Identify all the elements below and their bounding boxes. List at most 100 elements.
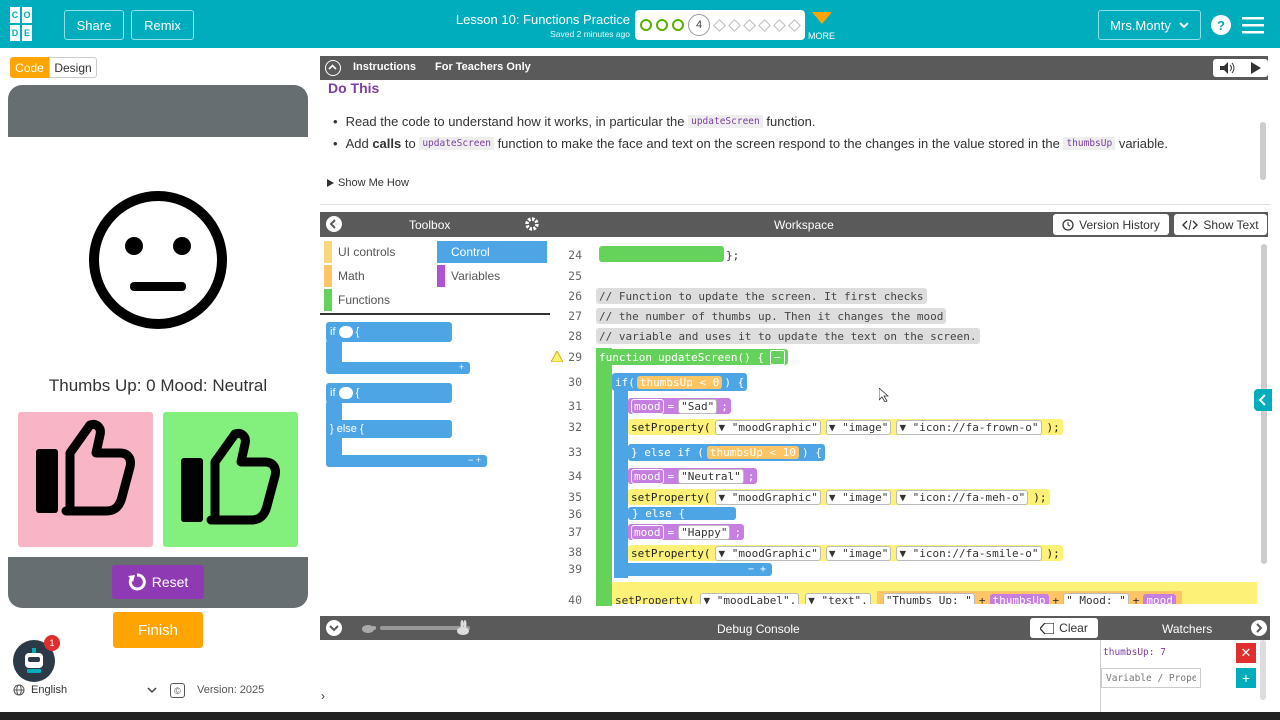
level-diamond[interactable]	[713, 18, 726, 32]
toolbox-divider	[320, 313, 550, 315]
chevron-left-icon	[1258, 394, 1266, 406]
user-menu[interactable]: Mrs.Monty	[1098, 10, 1201, 40]
category-variables[interactable]: Variables	[437, 265, 547, 287]
level-diamond[interactable]	[788, 18, 801, 32]
set-property-block[interactable]: setProperty(▼ "moodLabel", ▼ "text", "Thu…	[612, 582, 1257, 604]
category-functions[interactable]: Functions	[324, 289, 434, 311]
level-bubble[interactable]	[656, 19, 668, 31]
function-block-spine	[596, 348, 612, 606]
thumbs-down-icon	[36, 420, 135, 516]
reset-button[interactable]: Reset	[112, 565, 204, 599]
lesson-title: Lesson 10: Functions Practice	[455, 12, 630, 27]
line-number: 26	[568, 289, 582, 303]
level-diamond[interactable]	[773, 18, 786, 32]
warning-icon[interactable]	[550, 349, 564, 363]
clear-button[interactable]: Clear	[1030, 618, 1098, 638]
user-name: Mrs.Monty	[1110, 17, 1171, 33]
more-label[interactable]: MORE	[808, 31, 835, 41]
globe-icon	[13, 684, 25, 696]
else-if-block[interactable]: } else if (thumbsUp < 10) {	[628, 444, 825, 461]
assignment-block[interactable]: mood = "Happy";	[628, 524, 745, 540]
logo-letter: D	[10, 25, 20, 41]
assignment-block[interactable]: mood = "Sad";	[628, 398, 731, 414]
debug-output[interactable]	[320, 640, 1100, 712]
finish-button[interactable]: Finish	[113, 612, 203, 648]
collapse-instructions-icon[interactable]	[325, 60, 341, 76]
line-number: 40	[568, 593, 582, 607]
text-to-speech-control[interactable]	[1213, 59, 1268, 77]
chevron-down-icon	[1179, 21, 1189, 28]
version-history-button[interactable]: Version History	[1053, 214, 1169, 235]
level-diamond[interactable]	[758, 18, 771, 32]
expand-panel-button[interactable]	[1254, 389, 1272, 411]
thumbs-up-button[interactable]	[163, 412, 298, 547]
code-block[interactable]	[599, 246, 724, 262]
tab-instructions[interactable]: Instructions	[353, 61, 416, 73]
level-diamond[interactable]	[743, 18, 756, 32]
show-text-button[interactable]: Show Text	[1174, 214, 1267, 235]
watchers-scrollbar[interactable]	[1260, 640, 1266, 700]
design-mode-tab[interactable]: Design	[49, 57, 97, 78]
line-number: 34	[568, 469, 582, 483]
collapse-watchers-icon[interactable]	[1251, 620, 1267, 636]
level-diamond[interactable]	[728, 18, 741, 32]
show-me-how-label: Show Me How	[338, 177, 409, 189]
remove-watcher-icon[interactable]: ✕	[1236, 643, 1256, 663]
set-property-block[interactable]: setProperty(▼ "moodGraphic" ▼ "image" ▼ "i…	[628, 489, 1050, 505]
neutral-face-icon	[88, 190, 228, 330]
comment-block[interactable]: // variable and uses it to update the te…	[596, 328, 980, 344]
toolbox-title: Toolbox	[409, 218, 451, 232]
help-icon[interactable]: ?	[1211, 15, 1231, 35]
assignment-block[interactable]: mood = "Neutral";	[628, 468, 758, 484]
clock-icon	[1062, 218, 1074, 231]
remix-button[interactable]: Remix	[131, 10, 194, 40]
set-property-block[interactable]: setProperty(▼ "moodGraphic" ▼ "image" ▼ "i…	[628, 545, 1063, 561]
add-watcher-icon[interactable]: +	[1236, 668, 1256, 688]
collapse-toolbox-icon[interactable]	[326, 216, 342, 232]
thumbs-down-button[interactable]	[18, 412, 153, 547]
code-org-logo[interactable]: C O D E	[10, 7, 44, 41]
more-chevron-icon[interactable]	[812, 12, 832, 26]
tab-teachers-only[interactable]: For Teachers Only	[435, 61, 531, 73]
set-property-block[interactable]: setProperty(▼ "moodGraphic" ▼ "image" ▼ "i…	[628, 419, 1063, 435]
watchers-title: Watchers	[1162, 622, 1213, 636]
resize-handle[interactable]	[320, 204, 1270, 212]
copyright-icon[interactable]: ©	[170, 683, 185, 698]
if-block-spine	[614, 390, 628, 578]
if-statement-block[interactable]: if(thumbsUp < 0) {	[612, 373, 748, 391]
category-control[interactable]: Control	[437, 241, 547, 263]
line-number: 25	[568, 269, 582, 283]
instructions-scrollbar[interactable]	[1260, 122, 1266, 180]
code-mode-tab[interactable]: Code	[10, 57, 49, 78]
watch-expression-input[interactable]	[1101, 668, 1201, 688]
else-block[interactable]: } else {	[628, 507, 736, 520]
instruction-item: • Add calls to updateScreen function to m…	[333, 136, 1168, 151]
saved-status: Saved 2 minutes ago	[550, 29, 630, 39]
hamburger-menu-icon[interactable]	[1242, 16, 1264, 34]
category-ui-controls[interactable]: UI controls	[324, 241, 434, 263]
level-bubble[interactable]	[640, 19, 652, 31]
workspace-title: Workspace	[774, 218, 834, 232]
collapse-debug-icon[interactable]	[326, 620, 342, 636]
clear-label: Clear	[1059, 621, 1088, 635]
language-select[interactable]: English	[13, 680, 157, 700]
collapse-button[interactable]: −	[769, 349, 785, 365]
share-button[interactable]: Share	[64, 10, 124, 40]
comment-block[interactable]: // Function to update the screen. It fir…	[596, 288, 927, 304]
play-icon	[1250, 62, 1261, 74]
level-bubble[interactable]	[672, 19, 684, 31]
speaker-icon	[1220, 62, 1235, 74]
if-block-footer[interactable]: − +	[614, 563, 772, 576]
current-level-bubble[interactable]: 4	[688, 14, 710, 36]
mouse-cursor-icon	[878, 387, 890, 403]
category-math[interactable]: Math	[324, 265, 434, 287]
comment-block[interactable]: // the number of thumbs up. Then it chan…	[596, 308, 947, 324]
code-line[interactable]: };	[726, 247, 739, 263]
gear-icon[interactable]	[524, 216, 540, 232]
line-number: 35	[568, 490, 582, 504]
thumbs-up-icon	[181, 429, 280, 525]
function-definition-block[interactable]: function updateScreen() {−	[596, 349, 788, 365]
if-else-block[interactable]: if { } else { − +	[326, 383, 488, 469]
show-me-how-toggle[interactable]: Show Me How	[327, 177, 409, 189]
if-block[interactable]: if { +	[326, 322, 471, 378]
